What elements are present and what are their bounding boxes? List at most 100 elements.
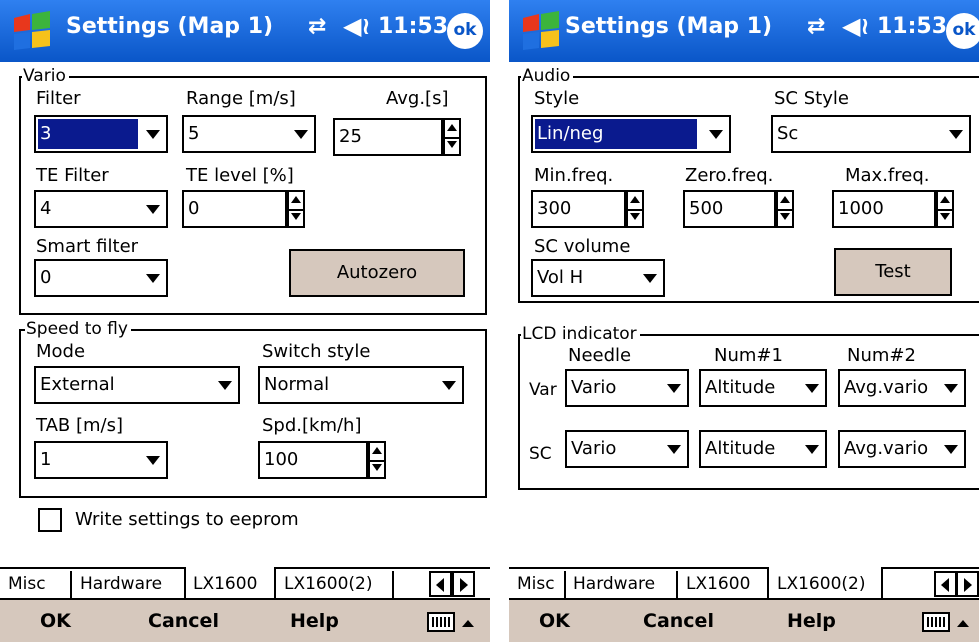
filter-select[interactable]: 3	[34, 115, 168, 153]
mode-select[interactable]: External	[34, 366, 240, 404]
connectivity-icon[interactable]: ⇄	[308, 14, 326, 39]
max-freq-label: Max.freq.	[845, 165, 930, 186]
range-select[interactable]: 5	[182, 115, 316, 153]
smart-filter-select[interactable]: 0	[34, 259, 168, 297]
windows-start-icon[interactable]	[10, 10, 54, 52]
spd-stepper[interactable]	[368, 441, 386, 479]
arrow-down-icon[interactable]	[445, 137, 459, 154]
te-level-label: TE level [%]	[186, 165, 294, 186]
title-bar: Settings (Map 1) ⇄ ◀≀ 11:53 ok	[0, 0, 490, 62]
tab-scroll-right-icon[interactable]	[956, 571, 979, 597]
tab-select[interactable]: 1	[34, 441, 168, 479]
sip-up-icon[interactable]	[462, 620, 474, 627]
min-freq-spinner[interactable]: 300	[531, 190, 626, 228]
tab-label: TAB [m/s]	[36, 415, 124, 436]
tab-lx1600-2[interactable]: LX1600(2)	[777, 571, 865, 599]
sc-volume-select[interactable]: Vol H	[531, 259, 665, 297]
tab-lx1600[interactable]: LX1600	[193, 571, 257, 599]
chevron-down-icon	[146, 456, 160, 465]
style-select[interactable]: Lin/neg	[531, 115, 731, 153]
min-freq-stepper[interactable]	[626, 190, 644, 228]
keyboard-icon[interactable]	[427, 612, 455, 632]
arrow-down-icon[interactable]	[778, 209, 792, 226]
te-level-stepper[interactable]	[287, 190, 305, 228]
avg-stepper[interactable]	[443, 118, 461, 156]
tab-misc[interactable]: Misc	[517, 571, 555, 599]
te-filter-label: TE Filter	[36, 165, 109, 186]
mode-label: Mode	[36, 341, 86, 362]
max-freq-stepper[interactable]	[936, 190, 954, 228]
tab-misc[interactable]: Misc	[8, 571, 46, 599]
sc-style-label: SC Style	[774, 88, 849, 109]
connectivity-icon[interactable]: ⇄	[807, 14, 825, 39]
settings-screen-lx1600: Settings (Map 1) ⇄ ◀≀ 11:53 ok Vario Fil…	[0, 0, 490, 642]
clock[interactable]: 11:53	[378, 14, 448, 39]
sc-num1-select[interactable]: Altitude	[699, 430, 827, 468]
tab-divider	[676, 571, 678, 599]
arrow-down-icon[interactable]	[370, 460, 384, 477]
row-label-var: Var	[529, 380, 557, 400]
speed-to-fly-group-label: Speed to fly	[25, 320, 131, 338]
filter-label: Filter	[36, 88, 81, 109]
arrow-down-icon[interactable]	[938, 209, 952, 226]
autozero-button[interactable]: Autozero	[289, 249, 465, 297]
zero-freq-stepper[interactable]	[776, 190, 794, 228]
sc-num2-select[interactable]: Avg.vario	[838, 430, 966, 468]
chevron-down-icon	[442, 381, 456, 390]
arrow-down-icon[interactable]	[289, 209, 303, 226]
help-button[interactable]: Help	[290, 610, 339, 632]
chevron-down-icon	[643, 274, 657, 283]
max-freq-spinner[interactable]: 1000	[832, 190, 936, 228]
window-title: Settings (Map 1)	[66, 14, 274, 39]
windows-start-icon[interactable]	[519, 10, 563, 52]
var-num2-select[interactable]: Avg.vario	[838, 369, 966, 407]
ok-icon[interactable]: ok	[447, 13, 483, 49]
switch-style-label: Switch style	[262, 341, 371, 362]
ok-button[interactable]: OK	[539, 610, 570, 632]
test-button[interactable]: Test	[834, 248, 952, 296]
style-label: Style	[534, 88, 580, 109]
speaker-icon[interactable]: ◀≀	[343, 12, 370, 40]
chevron-down-icon	[146, 274, 160, 283]
clock[interactable]: 11:53	[877, 14, 947, 39]
sip-up-icon[interactable]	[957, 620, 969, 627]
tab-divider	[564, 571, 566, 599]
tab-lx1600-2[interactable]: LX1600(2)	[284, 571, 372, 599]
keyboard-icon[interactable]	[922, 612, 950, 632]
avg-spinner[interactable]: 25	[333, 118, 443, 156]
chevron-down-icon	[146, 130, 160, 139]
te-filter-select[interactable]: 4	[34, 190, 168, 228]
chevron-down-icon	[667, 384, 681, 393]
tab-strip: Misc Hardware LX1600 LX1600(2)	[0, 567, 490, 599]
chevron-down-icon	[805, 384, 819, 393]
te-level-spinner[interactable]: 0	[182, 190, 287, 228]
zero-freq-spinner[interactable]: 500	[683, 190, 776, 228]
var-needle-select[interactable]: Vario	[565, 369, 689, 407]
cancel-button[interactable]: Cancel	[148, 610, 219, 632]
ok-icon[interactable]: ok	[946, 13, 979, 49]
spd-spinner[interactable]: 100	[258, 441, 368, 479]
tab-scroll-right-icon[interactable]	[452, 571, 475, 597]
title-bar: Settings (Map 1) ⇄ ◀≀ 11:53 ok	[509, 0, 979, 62]
cancel-button[interactable]: Cancel	[643, 610, 714, 632]
tab-scroll-left-icon[interactable]	[934, 571, 957, 597]
min-freq-label: Min.freq.	[534, 165, 614, 186]
tab-scroll-left-icon[interactable]	[429, 571, 452, 597]
num2-column-header: Num#2	[847, 345, 916, 366]
sc-needle-select[interactable]: Vario	[565, 430, 689, 468]
avg-label: Avg.[s]	[386, 88, 449, 109]
switch-style-select[interactable]: Normal	[258, 366, 464, 404]
eeprom-checkbox[interactable]	[38, 508, 62, 532]
help-button[interactable]: Help	[787, 610, 836, 632]
var-num1-select[interactable]: Altitude	[699, 369, 827, 407]
range-label: Range [m/s]	[186, 88, 296, 109]
chevron-down-icon	[944, 384, 958, 393]
sc-style-select[interactable]: Sc	[771, 115, 971, 153]
tab-divider	[70, 571, 72, 599]
tab-lx1600[interactable]: LX1600	[686, 571, 750, 599]
arrow-down-icon[interactable]	[628, 209, 642, 226]
tab-hardware[interactable]: Hardware	[573, 571, 655, 599]
tab-hardware[interactable]: Hardware	[80, 571, 162, 599]
speaker-icon[interactable]: ◀≀	[842, 12, 869, 40]
ok-button[interactable]: OK	[40, 610, 71, 632]
